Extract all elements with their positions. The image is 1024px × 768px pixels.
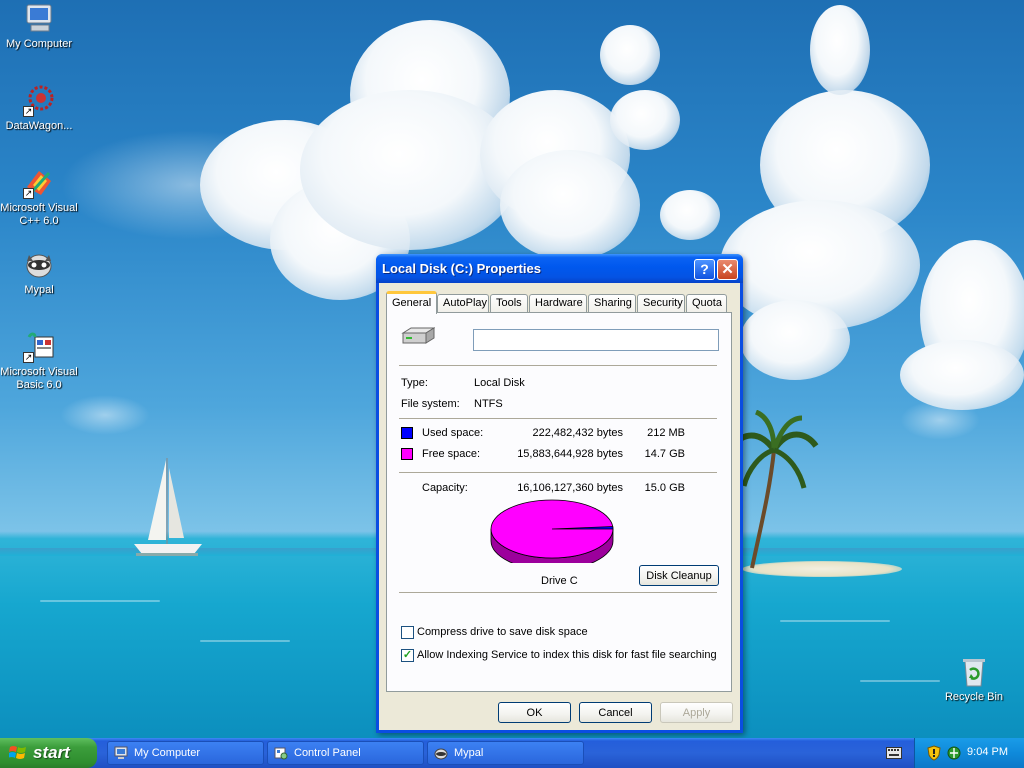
tab-security[interactable]: Security	[637, 294, 685, 313]
keyboard-icon[interactable]	[886, 747, 902, 759]
sailboat-image	[134, 458, 202, 556]
water-glint	[40, 600, 160, 602]
mypal-icon	[23, 249, 55, 281]
used-space-size: 212 MB	[647, 427, 685, 439]
general-tab-panel: Type: Local Disk File system: NTFS Used …	[386, 312, 732, 692]
desktop-icon-visual-basic[interactable]: ↗ Microsoft Visual Basic 6.0	[0, 331, 78, 392]
used-space-label: Used space:	[422, 427, 484, 439]
desktop-icon-mypal[interactable]: Mypal	[0, 249, 78, 297]
dialog-title: Local Disk (C:) Properties	[382, 261, 541, 276]
tab-tools[interactable]: Tools	[490, 294, 528, 313]
desktop-icon-label: Mypal	[24, 284, 54, 296]
indexing-checkbox[interactable]: ✓	[401, 649, 414, 662]
used-space-swatch	[401, 427, 413, 439]
properties-dialog[interactable]: Local Disk (C:) Properties ? ✕ General A…	[376, 254, 743, 733]
my-computer-icon	[23, 3, 55, 35]
water-glint	[200, 640, 290, 642]
taskbar-item-control-panel[interactable]: Control Panel	[267, 741, 424, 765]
palm-tree-image	[730, 410, 819, 569]
capacity-size: 15.0 GB	[644, 482, 685, 494]
recycle-bin-icon	[958, 656, 990, 688]
close-button[interactable]: ✕	[717, 259, 738, 280]
free-space-size: 14.7 GB	[644, 448, 685, 460]
network-icon[interactable]	[947, 745, 961, 761]
separator	[399, 472, 717, 473]
free-space-bytes: 15,883,644,928 bytes	[517, 448, 623, 460]
free-space-label: Free space:	[422, 448, 481, 460]
file-system-value: NTFS	[474, 398, 503, 410]
system-tray: 9:04 PM	[914, 738, 1024, 768]
security-shield-icon[interactable]	[927, 745, 941, 761]
taskbar-item-label: My Computer	[134, 747, 201, 759]
desktop-icon-recycle-bin[interactable]: Recycle Bin	[935, 656, 1013, 704]
taskbar-item-mypal[interactable]: Mypal	[427, 741, 584, 765]
help-button[interactable]: ?	[694, 259, 715, 280]
cloud	[500, 150, 640, 260]
taskbar-item-label: Control Panel	[294, 747, 361, 759]
desktop-icon-label: Recycle Bin	[944, 691, 1004, 703]
my-computer-icon	[114, 746, 128, 759]
separator	[399, 365, 717, 366]
used-space-bytes: 222,482,432 bytes	[532, 427, 623, 439]
indexing-label[interactable]: Allow Indexing Service to index this dis…	[417, 649, 717, 661]
desktop-icon-visual-cpp[interactable]: ↗ Microsoft Visual C++ 6.0	[0, 167, 78, 228]
capacity-bytes: 16,106,127,360 bytes	[517, 482, 623, 494]
volume-label-input[interactable]	[473, 329, 719, 351]
dialog-titlebar[interactable]: Local Disk (C:) Properties ? ✕	[376, 254, 743, 283]
shortcut-arrow-icon: ↗	[23, 188, 34, 199]
cloud	[900, 340, 1024, 410]
start-button[interactable]: start	[0, 738, 97, 768]
control-panel-icon	[274, 747, 288, 760]
ok-button[interactable]: OK	[498, 702, 571, 723]
clock: 9:04 PM	[967, 746, 1008, 758]
type-label: Type:	[401, 377, 428, 389]
compress-label[interactable]: Compress drive to save disk space	[417, 626, 588, 638]
start-label: start	[33, 743, 70, 762]
tab-general[interactable]: General	[386, 291, 437, 314]
desktop-icon-label: Microsoft Visual C++ 6.0	[0, 202, 78, 227]
desktop-icon-my-computer[interactable]: My Computer	[0, 3, 78, 51]
file-system-label: File system:	[401, 398, 460, 410]
cloud	[740, 300, 850, 380]
cloud	[810, 5, 870, 95]
shortcut-arrow-icon: ↗	[23, 106, 34, 117]
cloud	[660, 190, 720, 240]
haze-cloud	[60, 395, 150, 435]
separator	[399, 592, 717, 593]
compress-checkbox[interactable]	[401, 626, 414, 639]
haze-cloud	[900, 400, 980, 440]
desktop-icon-label: Microsoft Visual Basic 6.0	[0, 366, 78, 391]
cancel-button[interactable]: Cancel	[579, 702, 652, 723]
tab-autoplay[interactable]: AutoPlay	[437, 294, 489, 313]
tab-quota[interactable]: Quota	[686, 294, 727, 313]
capacity-label: Capacity:	[422, 482, 468, 494]
taskbar: start My Computer Control Panel Mypal 9:…	[0, 738, 1024, 768]
disk-cleanup-button[interactable]: Disk Cleanup	[639, 565, 719, 586]
water-glint	[780, 620, 890, 622]
visual-cpp-icon: ↗	[23, 167, 55, 199]
cloud	[610, 90, 680, 150]
desktop-icon-datawagon[interactable]: ↗ DataWagon...	[0, 85, 78, 133]
hard-drive-icon	[401, 327, 435, 344]
drive-label: Drive C	[541, 575, 578, 587]
tab-sharing[interactable]: Sharing	[588, 294, 636, 313]
dialog-client-area: General AutoPlay Tools Hardware Sharing …	[379, 283, 740, 730]
mypal-icon	[434, 748, 448, 760]
datawagon-icon: ↗	[23, 85, 55, 117]
taskbar-item-label: Mypal	[454, 747, 484, 759]
separator	[399, 418, 717, 419]
tab-hardware[interactable]: Hardware	[529, 294, 587, 313]
apply-button[interactable]: Apply	[660, 702, 733, 723]
disk-usage-pie-chart	[490, 499, 614, 563]
desktop-icon-label: My Computer	[5, 38, 73, 50]
cloud	[600, 25, 660, 85]
windows-logo-icon	[9, 746, 26, 759]
desktop-icon-label: DataWagon...	[5, 120, 73, 132]
taskbar-item-my-computer[interactable]: My Computer	[107, 741, 264, 765]
water-glint	[860, 680, 940, 682]
shortcut-arrow-icon: ↗	[23, 352, 34, 363]
type-value: Local Disk	[474, 377, 525, 389]
free-space-swatch	[401, 448, 413, 460]
visual-basic-icon: ↗	[23, 331, 55, 363]
